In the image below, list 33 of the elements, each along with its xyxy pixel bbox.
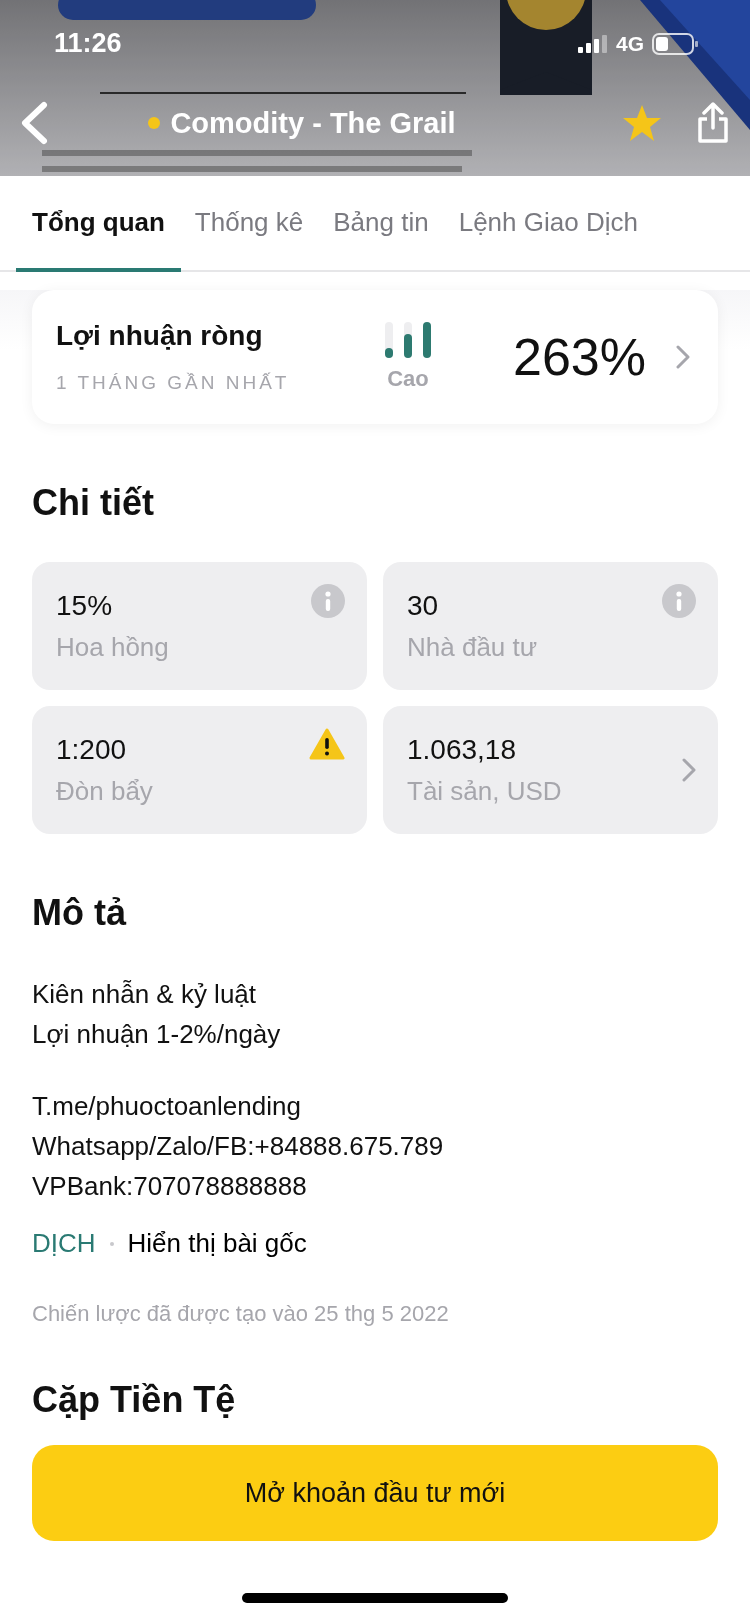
status-time: 11:26 bbox=[54, 28, 122, 59]
detail-label: Tài sản, USD bbox=[407, 775, 562, 807]
detail-value: 30 bbox=[407, 589, 440, 622]
profit-value: 263% bbox=[513, 327, 646, 387]
section-title: Chi tiết bbox=[32, 482, 155, 524]
period-label: 1 THÁNG GẦN NHẤT bbox=[56, 372, 291, 394]
tab[interactable]: Thống kê bbox=[178, 176, 320, 272]
network-label: 4G bbox=[616, 31, 644, 56]
description-line: Whatsapp/Zalo/FB:+84888.675.789 bbox=[32, 1130, 445, 1162]
detail-label: Hoa hồng bbox=[56, 631, 169, 663]
translate-link[interactable]: DỊCH bbox=[32, 1228, 96, 1259]
detail-value: 15% bbox=[56, 589, 114, 622]
description-line: Kiên nhẫn & kỷ luật bbox=[32, 978, 258, 1010]
detail-value: 1:200 bbox=[56, 733, 128, 766]
section-title: Mô tả bbox=[32, 892, 128, 934]
description-line: VPBank:707078888888 bbox=[32, 1170, 308, 1202]
detail-value: 1.063,18 bbox=[407, 733, 517, 766]
profit-card[interactable]: Lợi nhuận ròng 1 THÁNG GẦN NHẤT Cao 263% bbox=[32, 290, 718, 424]
created-date: Chiến lược đã được tạo vào 25 thg 5 2022 bbox=[32, 1301, 450, 1327]
show-original-link[interactable]: Hiển thị bài gốc bbox=[127, 1228, 307, 1259]
open-investment-button[interactable]: Mở khoản đầu tư mới bbox=[32, 1445, 718, 1541]
section-title: Cặp Tiền Tệ bbox=[32, 1379, 237, 1421]
tab[interactable]: Tổng quan bbox=[16, 176, 181, 272]
tab[interactable]: Lệnh Giao Dịch bbox=[442, 176, 654, 272]
tab[interactable]: Bảng tin bbox=[317, 176, 445, 272]
description-line: T.me/phuoctoanlending bbox=[32, 1090, 302, 1122]
card-title: Lợi nhuận ròng bbox=[56, 320, 264, 352]
detail-tile[interactable]: 1.063,18 Tài sản, USD bbox=[383, 706, 718, 834]
detail-label: Đòn bẩy bbox=[56, 775, 153, 807]
detail-label: Nhà đầu tư bbox=[407, 631, 538, 663]
risk-label: Cao bbox=[387, 366, 429, 392]
page-title: Comodity - The Grail bbox=[170, 106, 456, 140]
description-line: Lợi nhuận 1-2%/ngày bbox=[32, 1018, 282, 1050]
